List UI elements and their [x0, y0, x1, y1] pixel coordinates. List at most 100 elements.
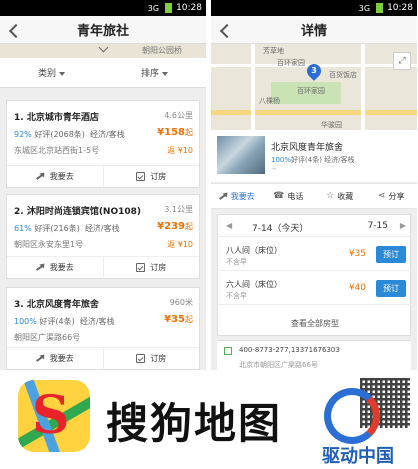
poi-info: 北京风度青年旅舍 100%好评(4条) 经济/客栈 ⌔: [211, 130, 417, 182]
poi-rating: 100%好评(4条) 经济/客栈: [271, 156, 355, 164]
calendar-check-icon: [136, 172, 146, 181]
watermark-text: 驱动中国: [322, 446, 394, 467]
hotel-address: 东城区北京站西街1-5号: [14, 146, 100, 155]
hotel-price: ¥158起: [157, 127, 193, 138]
back-icon[interactable]: [8, 22, 20, 38]
filter-category[interactable]: 类别: [0, 66, 103, 79]
map-road: [361, 44, 365, 130]
map-strip[interactable]: 朝阳公园桥: [0, 44, 206, 58]
phone-number: 400-8773-277,13371676303: [239, 346, 340, 354]
book-room-button[interactable]: 预订: [376, 246, 406, 263]
route-button[interactable]: 我要去: [7, 166, 103, 187]
expand-map-icon[interactable]: ⤢: [393, 52, 411, 70]
share-icon: ⋖: [377, 191, 386, 201]
logo-letter: S: [32, 385, 70, 446]
hotel-rating: 61% 好评(216条) 经济/客栈: [14, 224, 120, 233]
hotel-card[interactable]: 2. 沐阳时尚连锁宾馆(NO108) 3.1公里 61% 好评(216条) 经济…: [6, 194, 200, 279]
room-price: ¥40: [348, 283, 366, 293]
hotel-distance: 960米: [169, 298, 193, 307]
room-row: 八人间（床位） 不含早 ¥35 预订: [218, 239, 412, 271]
watermark-logo: 驱动中国: [322, 378, 414, 467]
favorite-button[interactable]: ☆ 收藏: [314, 184, 366, 208]
calendar-check-icon: [136, 263, 146, 272]
filter-bar: 类别 排序: [0, 58, 206, 88]
map-label: 八棵杨: [259, 97, 280, 105]
back-icon[interactable]: [219, 22, 231, 38]
map-road: [211, 110, 417, 115]
hotel-address: 朝阳区永安东里1号: [14, 240, 84, 249]
hotel-price: ¥239起: [157, 221, 193, 232]
book-button[interactable]: 订房: [102, 257, 200, 278]
status-time: 10:28: [387, 3, 413, 13]
checkin-date: 7-14（今天）: [252, 224, 309, 234]
phone-row[interactable]: 400-8773-277,13371676303: [217, 340, 411, 360]
battery-icon: [376, 3, 384, 13]
map-label: 百货饭店: [329, 71, 357, 79]
room-row: 六人间（床位） 不含早 ¥40 预订: [218, 273, 412, 305]
route-icon: [36, 354, 45, 363]
hotel-promo: 返 ¥10: [167, 146, 193, 155]
book-room-button[interactable]: 预订: [376, 280, 406, 297]
signal-indicator: 3G: [147, 3, 160, 13]
room-breakfast: 不含早: [226, 258, 247, 266]
book-button[interactable]: 订房: [102, 166, 200, 187]
hotel-card[interactable]: 1. 北京城市青年酒店 4.6公里 92% 好评(2068条) 经济/客栈 ¥1…: [6, 100, 200, 188]
calendar-check-icon: [136, 354, 146, 363]
phone-icon: [224, 347, 232, 355]
status-bar: 3G 10:28: [0, 0, 206, 16]
phone-icon: ☎: [273, 191, 285, 201]
title-bar: 详情: [211, 16, 417, 44]
battery-icon: [165, 3, 173, 13]
address-text: 北京市朝阳区广渠路66号: [239, 361, 318, 369]
signal-indicator: 3G: [358, 3, 371, 13]
hotel-distance: 3.1公里: [164, 205, 193, 214]
date-selector[interactable]: ◀ 7-14（今天） 7-15 ▶: [218, 215, 410, 237]
map-label: 百环家园: [297, 87, 325, 95]
hotel-photo[interactable]: [217, 136, 265, 174]
hotel-rating: 100% 好评(4条) 经济/客栈: [14, 317, 115, 326]
filter-sort[interactable]: 排序: [103, 66, 206, 79]
hotel-card[interactable]: 3. 北京风度青年旅舍 960米 100% 好评(4条) 经济/客栈 ¥35起 …: [6, 287, 200, 370]
hotel-list-screen: 3G 10:28 青年旅社 朝阳公园桥 类别 排序 1. 北京城市青年酒店 4.…: [0, 0, 206, 370]
card-actions: 我要去 订房: [7, 347, 199, 369]
watermark-ring: [324, 388, 380, 444]
promo-banner: S 搜狗地图 驱动中国: [0, 370, 418, 469]
prev-date-icon[interactable]: ◀: [226, 221, 232, 230]
title-bar: 青年旅社: [0, 16, 206, 44]
hotel-name: 2. 沐阳时尚连锁宾馆(NO108): [14, 207, 142, 217]
page-title: 详情: [300, 24, 327, 39]
chevron-down-icon[interactable]: [98, 44, 108, 54]
star-icon: ☆: [326, 191, 335, 201]
map-label: 朝阳公园桥: [142, 46, 182, 55]
room-booking-panel: ◀ 7-14（今天） 7-15 ▶ 八人间（床位） 不含早 ¥35 预订 六人间…: [217, 214, 412, 336]
address-row[interactable]: 北京市朝阳区广渠路66号: [217, 360, 411, 370]
map-label: 芳草地: [263, 47, 284, 55]
map-pin-icon[interactable]: 3: [304, 61, 324, 81]
checkout-date: 7-15: [367, 221, 388, 231]
next-date-icon[interactable]: ▶: [400, 221, 406, 230]
hotel-price: ¥35起: [164, 314, 193, 325]
route-icon: [36, 263, 45, 272]
route-button[interactable]: 我要去: [211, 184, 263, 208]
hotel-detail-screen: 3G 10:28 详情 芳草地 百环家园 百环家园 百货饭店 八棵杨 华骏园 3…: [211, 0, 417, 370]
hotel-address: 朝阳区广渠路66号: [14, 333, 81, 342]
route-icon: [219, 192, 228, 201]
room-breakfast: 不含早: [226, 292, 247, 300]
hotel-distance: 4.6公里: [164, 111, 193, 120]
hotel-rating: 92% 好评(2068条) 经济/客栈: [14, 130, 125, 139]
dropdown-arrow-icon: [162, 71, 168, 76]
route-button[interactable]: 我要去: [7, 257, 103, 278]
room-name: 八人间（床位）: [226, 246, 282, 255]
view-all-rooms-link[interactable]: 查看全部房型: [218, 313, 412, 335]
share-button[interactable]: ⋖ 分享: [366, 184, 418, 208]
route-icon: [36, 172, 45, 181]
book-button[interactable]: 订房: [102, 348, 200, 369]
detail-toolbar: 我要去 ☎ 电话 ☆ 收藏 ⋖ 分享: [211, 183, 417, 209]
sogou-map-logo: S: [18, 380, 90, 452]
route-button[interactable]: 我要去: [7, 348, 103, 369]
status-time: 10:28: [176, 3, 202, 13]
card-actions: 我要去 订房: [7, 256, 199, 278]
poi-name: 北京风度青年旅舍: [271, 143, 344, 153]
location-map[interactable]: 芳草地 百环家园 百环家园 百货饭店 八棵杨 华骏园 3 ⤢: [211, 44, 417, 130]
call-button[interactable]: ☎ 电话: [263, 184, 315, 208]
